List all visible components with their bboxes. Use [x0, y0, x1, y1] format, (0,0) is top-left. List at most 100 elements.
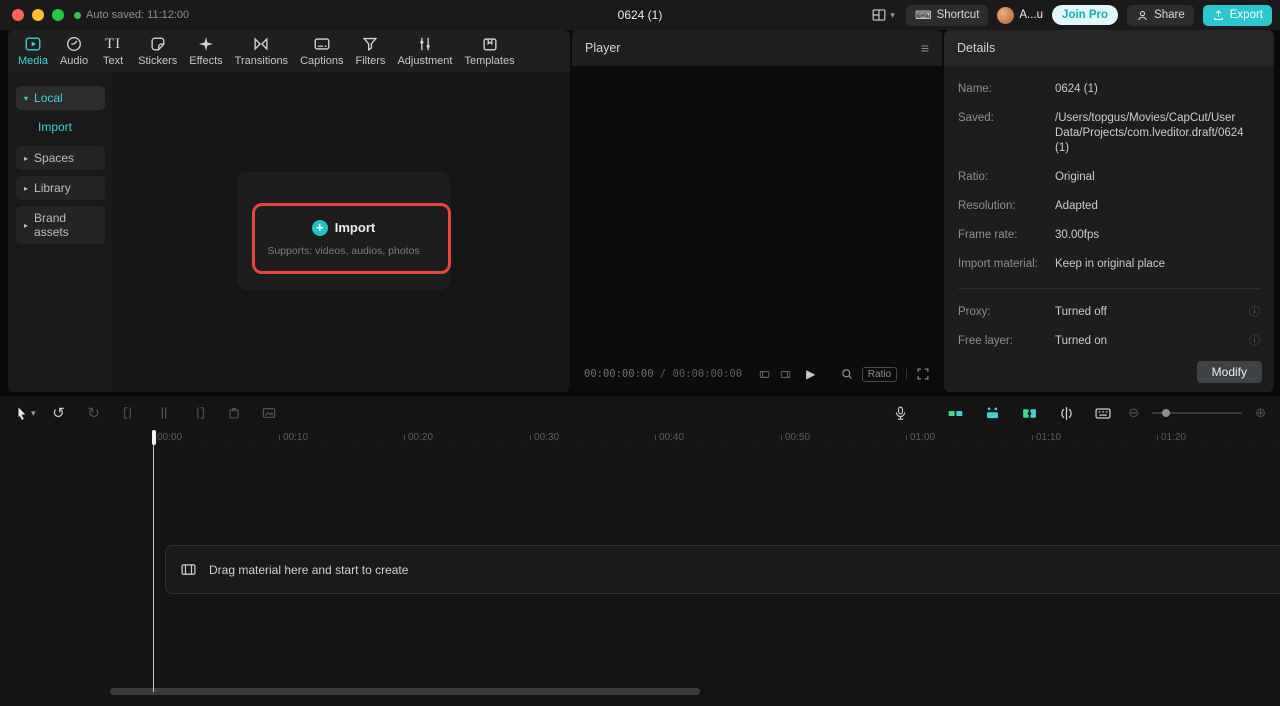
timeline: ▾ ↺ ↻ ⊖ ⊕ 00:00 00:10 00:20 00:30 00:40 …	[0, 396, 1280, 706]
crop-image-icon[interactable]	[257, 401, 281, 425]
sidebar-item-local[interactable]: ▾ Local	[16, 86, 105, 110]
import-card[interactable]: + Import Supports: videos, audios, photo…	[237, 172, 450, 290]
workspace-layout-button[interactable]: ▾	[871, 8, 895, 22]
detail-row-proxy: Proxy: Turned off ⓘ	[958, 305, 1260, 320]
tab-transitions[interactable]: Transitions	[233, 35, 290, 67]
split-right-icon[interactable]	[187, 401, 211, 425]
split-left-icon[interactable]	[117, 401, 141, 425]
shortcut-label: Shortcut	[936, 9, 980, 21]
info-icon[interactable]: ⓘ	[1249, 334, 1260, 349]
plus-icon: +	[311, 219, 328, 236]
tab-effects[interactable]: Effects	[187, 35, 224, 67]
timeline-toolbar-right: ⊖ ⊕	[888, 401, 1266, 425]
sidebar-item-library[interactable]: ▸ Library	[16, 176, 105, 200]
ratio-button[interactable]: Ratio	[861, 366, 898, 382]
export-button[interactable]: Export	[1202, 4, 1272, 26]
total-time: 00:00:00:00	[672, 368, 743, 380]
detail-value: Keep in original place	[1055, 258, 1165, 270]
player-viewport[interactable]	[572, 66, 942, 356]
tab-templates[interactable]: Templates	[462, 35, 516, 67]
detail-label: Ratio:	[958, 171, 989, 183]
detail-label: Name:	[958, 83, 992, 95]
shortcut-button[interactable]: ⌨ Shortcut	[905, 4, 989, 26]
templates-icon	[481, 35, 499, 53]
tab-captions[interactable]: Captions	[298, 35, 345, 67]
timeline-ruler[interactable]: 00:00 00:10 00:20 00:30 00:40 00:50 01:0…	[0, 430, 1280, 446]
join-pro-button[interactable]: Join Pro	[1052, 5, 1119, 25]
sidebar-item-import[interactable]: Import	[38, 120, 105, 134]
import-button[interactable]: + Import	[311, 219, 376, 236]
details-header: Details	[944, 30, 1274, 66]
keyboard-shortcuts-toggle[interactable]	[1091, 401, 1115, 425]
microphone-icon[interactable]	[888, 401, 912, 425]
zoom-window-button[interactable]	[52, 9, 64, 21]
modify-button[interactable]: Modify	[1196, 361, 1262, 383]
tab-label: Transitions	[234, 55, 289, 67]
current-time: 00:00:00:00	[584, 368, 654, 380]
main-track-magnet-toggle[interactable]	[943, 401, 967, 425]
horizontal-scrollbar[interactable]	[110, 688, 700, 695]
player-panel: Player ≡ 00:00:00:00 / 00:00:00:00 ▶ Rat…	[572, 30, 942, 392]
window-controls	[0, 9, 74, 21]
import-hint: Supports: videos, audios, photos	[267, 244, 420, 257]
ruler-minor-ticks	[153, 442, 1280, 443]
timecode: 00:00:00:00 / 00:00:00:00	[584, 368, 742, 380]
zoom-out-button[interactable]: ⊖	[1128, 405, 1139, 421]
sidebar-item-spaces[interactable]: ▸ Spaces	[16, 146, 105, 170]
detail-value: Adapted	[1055, 200, 1098, 212]
detail-row-frame-rate: Frame rate: 30.00fps	[958, 228, 1260, 243]
close-window-button[interactable]	[12, 9, 24, 21]
zoom-slider-knob[interactable]	[1162, 409, 1171, 417]
autosave-status: Auto saved: 11:12:00	[74, 9, 189, 21]
preview-quality-icon[interactable]	[840, 367, 854, 381]
tab-adjustment[interactable]: Adjustment	[395, 35, 454, 67]
tab-label: Stickers	[138, 55, 178, 67]
sidebar-item-brand-assets[interactable]: ▸ Brand assets	[16, 206, 105, 244]
split-icon[interactable]	[152, 401, 176, 425]
player-option-icon-2[interactable]	[779, 368, 792, 381]
tab-audio[interactable]: Audio	[58, 35, 90, 67]
delete-icon[interactable]	[222, 401, 246, 425]
player-menu-icon[interactable]: ≡	[921, 40, 929, 56]
titlebar-actions: ▾ ⌨ Shortcut A...u Join Pro Share Export	[871, 0, 1272, 30]
tab-text[interactable]: TI Text	[98, 35, 128, 68]
play-button[interactable]: ▶	[806, 367, 815, 381]
sidebar-item-label: Spaces	[34, 151, 75, 165]
detail-value: Turned off	[1055, 306, 1107, 318]
linkage-toggle[interactable]	[1017, 401, 1041, 425]
empty-track-dropzone[interactable]: Drag material here and start to create	[165, 545, 1280, 594]
autosave-text: Auto saved: 11:12:00	[86, 9, 190, 21]
import-button-label: Import	[334, 220, 376, 235]
undo-button[interactable]: ↺	[47, 401, 71, 425]
minimize-window-button[interactable]	[32, 9, 44, 21]
tab-stickers[interactable]: Stickers	[136, 35, 179, 67]
select-tool-button[interactable]: ▾	[14, 401, 36, 425]
detail-value: Original	[1055, 171, 1095, 183]
audio-icon	[65, 35, 83, 53]
detail-row-saved: Saved: /Users/topgus/Movies/CapCut/User …	[958, 111, 1260, 156]
tab-label: Filters	[355, 55, 386, 67]
preview-axis-toggle[interactable]	[1054, 401, 1078, 425]
media-track-icon	[180, 561, 197, 578]
zoom-slider[interactable]	[1152, 409, 1243, 417]
auto-snap-toggle[interactable]	[980, 401, 1004, 425]
tab-filters[interactable]: Filters	[353, 35, 387, 67]
fullscreen-icon[interactable]	[916, 367, 930, 381]
player-option-icon-1[interactable]	[758, 368, 771, 381]
tab-media[interactable]: Media	[16, 35, 50, 67]
share-button[interactable]: Share	[1127, 4, 1194, 26]
tab-label: Captions	[300, 55, 344, 67]
info-icon[interactable]: ⓘ	[1249, 305, 1260, 320]
adjustment-icon	[416, 35, 434, 53]
account-label: A...u	[1019, 9, 1044, 21]
redo-button[interactable]: ↻	[82, 401, 106, 425]
capcut-window: Auto saved: 11:12:00 0624 (1) ▾ ⌨ Shortc…	[0, 0, 1280, 706]
zoom-in-button[interactable]: ⊕	[1255, 405, 1266, 421]
sidebar-item-label: Brand assets	[34, 211, 69, 239]
detail-value: 0624 (1)	[1055, 83, 1098, 95]
detail-label: Saved:	[958, 112, 994, 124]
account-button[interactable]: A...u	[997, 6, 1044, 24]
detail-value: 30.00fps	[1055, 229, 1100, 241]
playhead[interactable]	[151, 430, 156, 692]
detail-value: /Users/topgus/Movies/CapCut/User Data/Pr…	[1055, 112, 1244, 154]
